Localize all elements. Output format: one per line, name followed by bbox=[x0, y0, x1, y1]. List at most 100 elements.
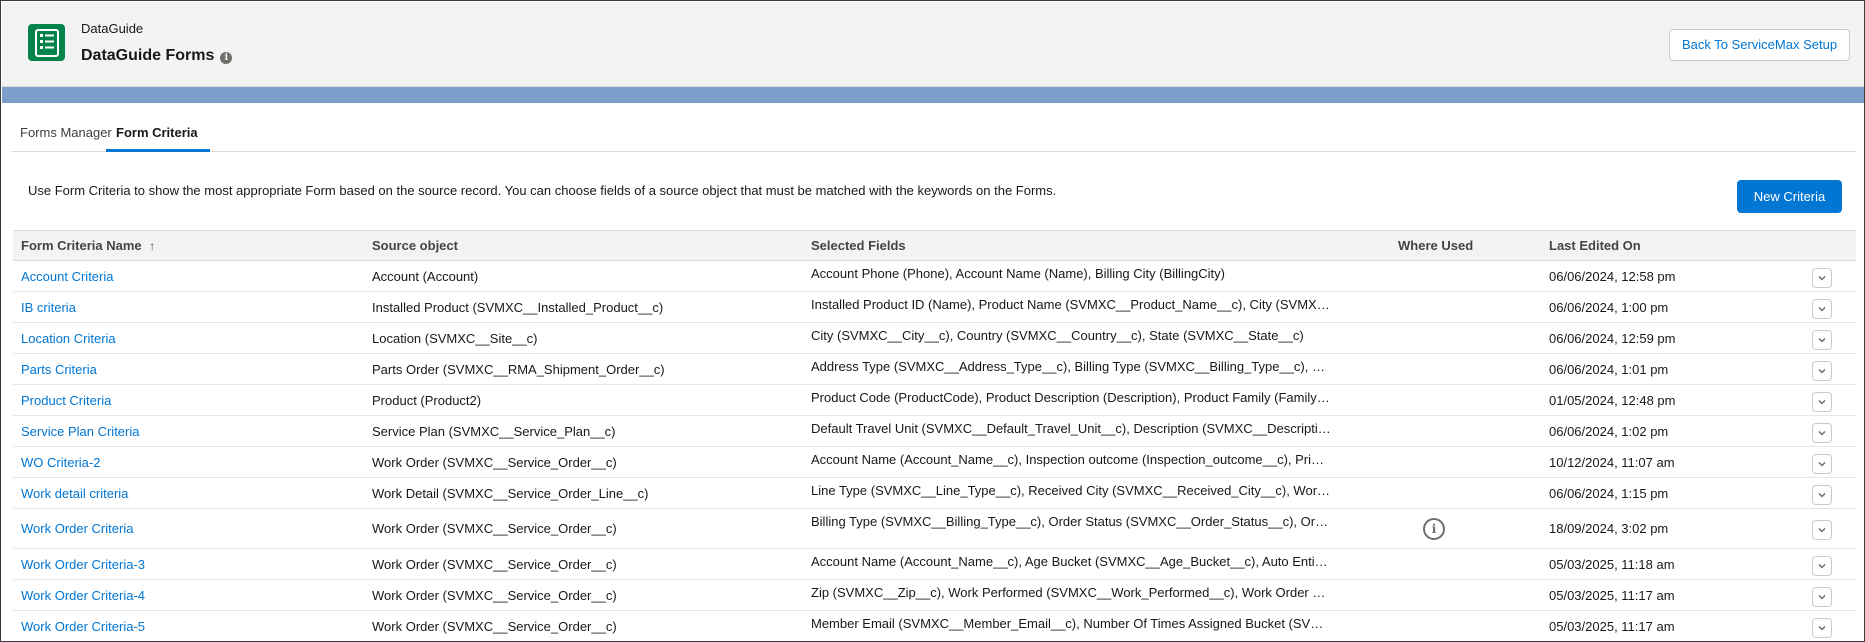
criteria-name-link[interactable]: Work Order Criteria-5 bbox=[21, 619, 145, 634]
chevron-down-icon bbox=[1818, 399, 1826, 405]
row-actions-button[interactable] bbox=[1812, 555, 1832, 576]
source-object-cell: Work Order (SVMXC__Service_Order__c) bbox=[372, 521, 617, 536]
table-row: Work Order Criteria Work Order (SVMXC__Se… bbox=[13, 509, 1856, 549]
last-edited-cell: 10/12/2024, 11:07 am bbox=[1549, 454, 1675, 470]
selected-fields-cell: Default Travel Unit (SVMXC__Default_Trav… bbox=[811, 421, 1331, 436]
last-edited-cell: 06/06/2024, 1:00 pm bbox=[1549, 299, 1669, 315]
chevron-down-icon bbox=[1818, 275, 1826, 281]
table-row: Work detail criteria Work Detail (SVMXC__… bbox=[13, 478, 1856, 509]
info-icon[interactable]: i bbox=[220, 51, 233, 64]
selected-fields-cell: Account Name (Account_Name__c), Age Buck… bbox=[811, 554, 1331, 569]
criteria-name-cell: Work Order Criteria-4 bbox=[21, 580, 361, 610]
criteria-name-link[interactable]: Product Criteria bbox=[21, 393, 111, 408]
criteria-name-link[interactable]: Work Order Criteria-4 bbox=[21, 588, 145, 603]
column-header-name[interactable]: Form Criteria Name ↑ bbox=[21, 231, 155, 261]
row-actions-button[interactable] bbox=[1812, 267, 1832, 288]
criteria-name-link[interactable]: Parts Criteria bbox=[21, 362, 97, 377]
criteria-name-cell: Parts Criteria bbox=[21, 354, 361, 384]
selected-fields-cell: Account Name (Account_Name__c), Inspecti… bbox=[811, 452, 1331, 467]
criteria-name-link[interactable]: Work Order Criteria-3 bbox=[21, 557, 145, 572]
row-actions-button[interactable] bbox=[1812, 484, 1832, 505]
criteria-name-cell: Work Order Criteria bbox=[21, 509, 361, 548]
criteria-name-cell: Work Order Criteria-3 bbox=[21, 549, 361, 579]
table-row: Parts Criteria Parts Order (SVMXC__RMA_Sh… bbox=[13, 354, 1856, 385]
column-header-fields[interactable]: Selected Fields bbox=[811, 231, 906, 261]
last-edited-cell: 06/06/2024, 1:02 pm bbox=[1549, 423, 1669, 439]
tab-forms-manager[interactable]: Forms Manager bbox=[20, 125, 112, 140]
chevron-down-icon bbox=[1818, 368, 1826, 374]
source-object-cell: Product (Product2) bbox=[372, 392, 482, 408]
selected-fields-cell: Line Type (SVMXC__Line_Type__c), Receive… bbox=[811, 483, 1331, 498]
source-object-cell: Work Detail (SVMXC__Service_Order_Line__… bbox=[372, 485, 649, 501]
selected-fields-cell: City (SVMXC__City__c), Country (SVMXC__C… bbox=[811, 328, 1304, 343]
last-edited-cell: 18/09/2024, 3:02 pm bbox=[1549, 521, 1669, 536]
criteria-name-cell: Account Criteria bbox=[21, 261, 361, 291]
selected-fields-cell: Product Code (ProductCode), Product Desc… bbox=[811, 390, 1331, 405]
sort-ascending-icon: ↑ bbox=[149, 239, 156, 253]
source-object-cell: Installed Product (SVMXC__Installed_Prod… bbox=[372, 299, 664, 315]
table-row: Service Plan Criteria Service Plan (SVMXC… bbox=[13, 416, 1856, 447]
criteria-name-link[interactable]: Service Plan Criteria bbox=[21, 424, 140, 439]
criteria-name-link[interactable]: Location Criteria bbox=[21, 331, 116, 346]
criteria-name-link[interactable]: Account Criteria bbox=[21, 269, 113, 284]
new-criteria-button[interactable]: New Criteria bbox=[1737, 180, 1842, 213]
column-header-where-used[interactable]: Where Used bbox=[1398, 231, 1473, 261]
page-header: DataGuide DataGuide Forms i Back To Serv… bbox=[2, 2, 1864, 87]
source-object-cell: Location (SVMXC__Site__c) bbox=[372, 330, 538, 346]
row-actions-button[interactable] bbox=[1812, 520, 1832, 540]
table-row: Location Criteria Location (SVMXC__Site__… bbox=[13, 323, 1856, 354]
table-header: Form Criteria Name ↑ Source object Selec… bbox=[13, 230, 1856, 261]
last-edited-cell: 01/05/2024, 12:48 pm bbox=[1549, 392, 1676, 408]
criteria-name-cell: Work Order Criteria-5 bbox=[21, 611, 361, 641]
last-edited-cell: 06/06/2024, 12:59 pm bbox=[1549, 330, 1676, 346]
column-header-last-edited[interactable]: Last Edited On bbox=[1549, 231, 1641, 261]
row-actions-button[interactable] bbox=[1812, 329, 1832, 350]
tab-bar: Forms Manager Form Criteria bbox=[11, 112, 1856, 152]
criteria-name-link[interactable]: Work detail criteria bbox=[21, 486, 128, 501]
row-actions-button[interactable] bbox=[1812, 391, 1832, 412]
tab-form-criteria[interactable]: Form Criteria bbox=[116, 125, 198, 140]
chevron-down-icon bbox=[1818, 625, 1826, 631]
row-actions-button[interactable] bbox=[1812, 422, 1832, 443]
where-used-cell: i bbox=[1423, 509, 1463, 548]
app-frame: DataGuide DataGuide Forms i Back To Serv… bbox=[0, 0, 1865, 642]
criteria-name-link[interactable]: IB criteria bbox=[21, 300, 76, 315]
criteria-table: Form Criteria Name ↑ Source object Selec… bbox=[13, 230, 1856, 641]
source-object-cell: Account (Account) bbox=[372, 268, 479, 284]
criteria-name-cell: Work detail criteria bbox=[21, 478, 361, 508]
row-actions-button[interactable] bbox=[1812, 617, 1832, 638]
criteria-name-cell: Product Criteria bbox=[21, 385, 361, 415]
source-object-cell: Work Order (SVMXC__Service_Order__c) bbox=[372, 556, 617, 572]
row-actions-button[interactable] bbox=[1812, 360, 1832, 381]
back-to-setup-button[interactable]: Back To ServiceMax Setup bbox=[1669, 29, 1850, 61]
chevron-down-icon bbox=[1818, 527, 1826, 533]
selected-fields-cell: Address Type (SVMXC__Address_Type__c), B… bbox=[811, 359, 1331, 374]
selected-fields-cell: Member Email (SVMXC__Member_Email__c), N… bbox=[811, 616, 1331, 631]
criteria-name-link[interactable]: Work Order Criteria bbox=[21, 521, 133, 536]
last-edited-cell: 06/06/2024, 1:01 pm bbox=[1549, 361, 1669, 377]
row-actions-button[interactable] bbox=[1812, 453, 1832, 474]
criteria-name-cell: WO Criteria-2 bbox=[21, 447, 361, 477]
last-edited-cell: 05/03/2025, 11:17 am bbox=[1549, 587, 1675, 603]
description-text: Use Form Criteria to show the most appro… bbox=[28, 183, 1057, 198]
info-circle-icon[interactable]: i bbox=[1423, 517, 1445, 540]
chevron-down-icon bbox=[1818, 563, 1826, 569]
source-object-cell: Parts Order (SVMXC__RMA_Shipment_Order__… bbox=[372, 361, 665, 377]
chevron-down-icon bbox=[1818, 461, 1826, 467]
chevron-down-icon bbox=[1818, 492, 1826, 498]
chevron-down-icon bbox=[1818, 337, 1826, 343]
row-actions-button[interactable] bbox=[1812, 586, 1832, 607]
selected-fields-cell: Billing Type (SVMXC__Billing_Type__c), O… bbox=[811, 514, 1331, 529]
source-object-cell: Work Order (SVMXC__Service_Order__c) bbox=[372, 454, 617, 470]
table-body: Account Criteria Account (Account) Account… bbox=[13, 261, 1856, 641]
column-header-source[interactable]: Source object bbox=[372, 231, 458, 261]
chevron-down-icon bbox=[1818, 594, 1826, 600]
selected-fields-cell: Zip (SVMXC__Zip__c), Work Performed (SVM… bbox=[811, 585, 1331, 600]
table-row: Work Order Criteria-3 Work Order (SVMXC__… bbox=[13, 549, 1856, 580]
source-object-cell: Service Plan (SVMXC__Service_Plan__c) bbox=[372, 423, 616, 439]
active-tab-indicator bbox=[106, 149, 210, 152]
criteria-name-link[interactable]: WO Criteria-2 bbox=[21, 455, 100, 470]
row-actions-button[interactable] bbox=[1812, 298, 1832, 319]
selected-fields-cell: Account Phone (Phone), Account Name (Nam… bbox=[811, 266, 1226, 281]
column-header-name-label: Form Criteria Name bbox=[21, 238, 142, 253]
